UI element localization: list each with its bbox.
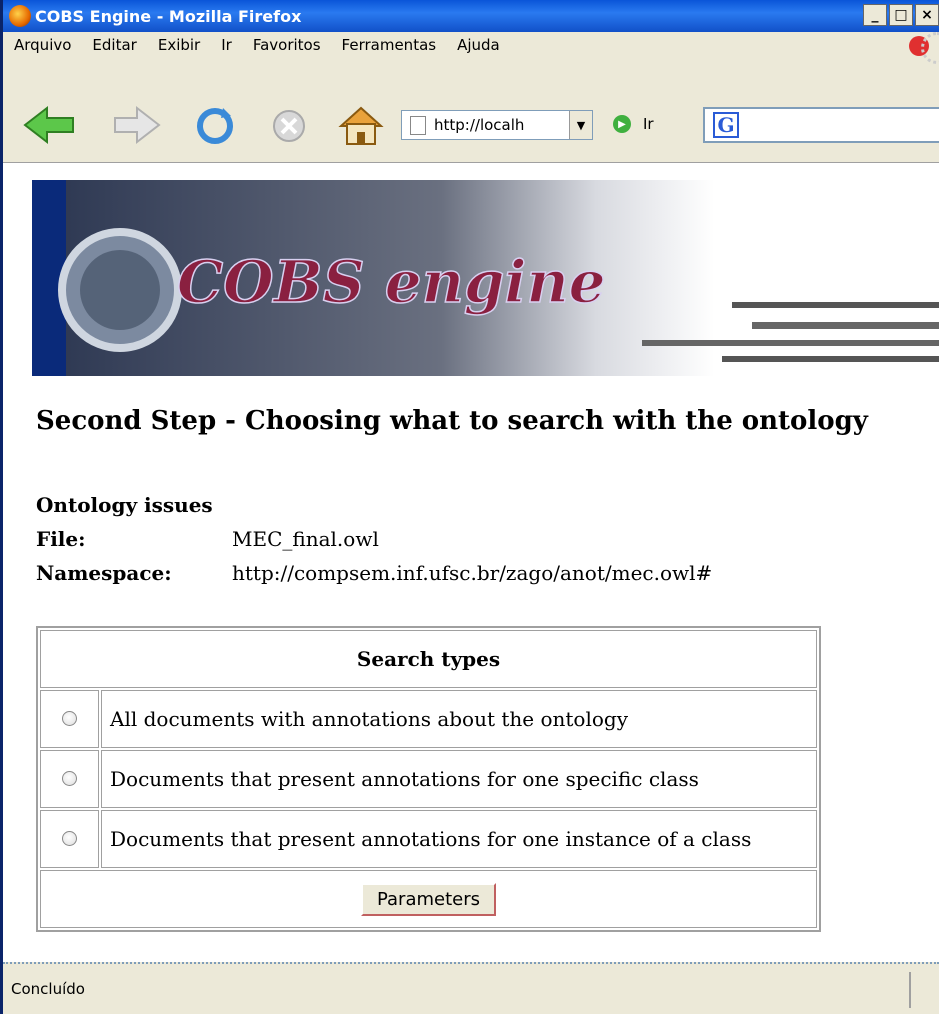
page-icon xyxy=(410,115,426,135)
file-label: File: xyxy=(36,527,86,551)
menu-ir[interactable]: Ir xyxy=(221,36,232,54)
search-types-table: Search types All documents with annotati… xyxy=(36,626,821,932)
banner-image: COBS engine xyxy=(32,180,939,376)
throbber-icon xyxy=(921,32,939,64)
option-label: All documents with annotations about the… xyxy=(101,690,817,748)
status-divider xyxy=(909,972,911,1008)
menu-arquivo[interactable]: Arquivo xyxy=(14,36,71,54)
banner-logo-text: COBS engine xyxy=(177,248,606,316)
url-text[interactable]: http://localh xyxy=(434,116,524,134)
namespace-label: Namespace: xyxy=(36,561,172,585)
parameters-button[interactable]: Parameters xyxy=(360,882,497,916)
menu-ajuda[interactable]: Ajuda xyxy=(457,36,500,54)
url-dropdown-icon[interactable]: ▼ xyxy=(569,111,592,139)
reload-icon[interactable] xyxy=(193,104,237,148)
ontology-info: Ontology issues File: MEC_final.owl Name… xyxy=(36,488,712,590)
namespace-value: http://compsem.inf.ufsc.br/zago/anot/mec… xyxy=(232,561,713,585)
status-text: Concluído xyxy=(11,980,85,998)
radio-all-documents[interactable] xyxy=(62,711,77,726)
close-button[interactable]: × xyxy=(915,4,939,26)
menu-ferramentas[interactable]: Ferramentas xyxy=(342,36,437,54)
table-row: All documents with annotations about the… xyxy=(40,690,817,748)
search-box[interactable]: G xyxy=(703,107,939,143)
go-icon: ▶ xyxy=(613,115,631,133)
minimize-button[interactable]: _ xyxy=(863,4,887,26)
url-bar[interactable]: http://localh ▼ xyxy=(401,110,593,140)
back-button[interactable] xyxy=(21,104,81,146)
go-label: Ir xyxy=(643,115,654,133)
file-value: MEC_final.owl xyxy=(232,527,379,551)
browser-window: COBS Engine - Mozilla Firefox _ □ × Arqu… xyxy=(0,0,939,1014)
firefox-icon xyxy=(9,5,31,27)
menu-bar: Arquivo Editar Exibir Ir Favoritos Ferra… xyxy=(3,32,939,90)
radio-class-instance[interactable] xyxy=(62,831,77,846)
ontology-heading: Ontology issues xyxy=(36,493,213,517)
page-heading: Second Step - Choosing what to search wi… xyxy=(36,406,868,436)
google-icon[interactable]: G xyxy=(713,112,739,138)
menu-editar[interactable]: Editar xyxy=(92,36,136,54)
stop-icon[interactable] xyxy=(267,104,311,148)
option-label: Documents that present annotations for o… xyxy=(101,750,817,808)
table-row: Documents that present annotations for o… xyxy=(40,810,817,868)
menu-exibir[interactable]: Exibir xyxy=(158,36,200,54)
table-row: Documents that present annotations for o… xyxy=(40,750,817,808)
home-icon[interactable] xyxy=(337,104,385,148)
maximize-button[interactable]: □ xyxy=(889,4,913,26)
forward-button[interactable] xyxy=(111,104,171,146)
navigation-toolbar: http://localh ▼ ▶ Ir G xyxy=(3,90,939,164)
go-button[interactable]: ▶ Ir xyxy=(613,115,654,133)
title-bar: COBS Engine - Mozilla Firefox _ □ × xyxy=(3,0,939,32)
window-title: COBS Engine - Mozilla Firefox xyxy=(35,6,302,26)
page-content: COBS engine Second Step - Choosing what … xyxy=(3,163,939,964)
status-bar: Concluído xyxy=(3,962,939,1014)
option-label: Documents that present annotations for o… xyxy=(101,810,817,868)
radio-specific-class[interactable] xyxy=(62,771,77,786)
menu-favoritos[interactable]: Favoritos xyxy=(253,36,321,54)
table-header: Search types xyxy=(40,630,817,688)
